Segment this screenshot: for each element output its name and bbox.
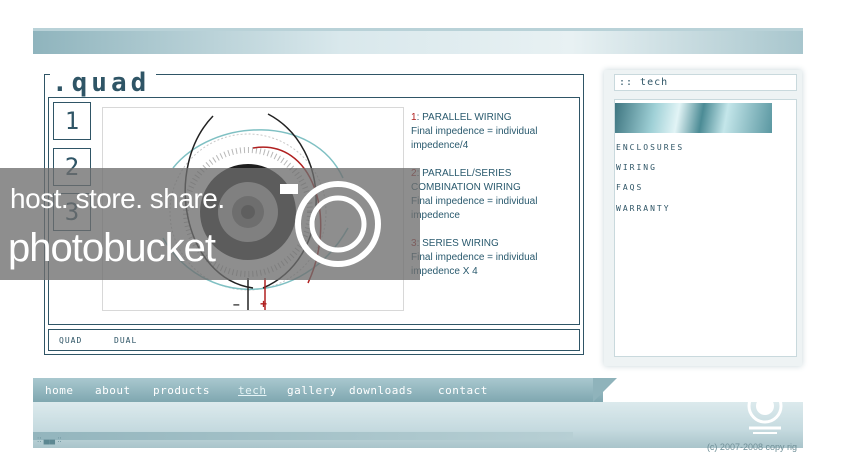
nav-bar-edge — [593, 378, 617, 402]
footer-decoration: :: ▄▄ :: — [37, 435, 62, 444]
wiring-item-combination: 2: PARALLEL/SERIES COMBINATION WIRING Fi… — [411, 167, 576, 223]
watermark-brand: photobucket — [8, 226, 216, 270]
side-link-wiring[interactable]: WIRING — [616, 163, 657, 172]
wiring-description: Final impedence = individual impedence/4 — [411, 126, 538, 151]
tab-dual[interactable]: DUAL — [114, 336, 137, 345]
side-banner-image — [615, 103, 772, 133]
wiring-description: Final impedence = individual impedence X… — [411, 252, 538, 277]
side-link-enclosures[interactable]: ENCLOSURES — [616, 143, 684, 152]
side-link-faqs[interactable]: FAQS — [616, 183, 643, 192]
main-nav: home about products tech gallery downloa… — [33, 378, 603, 402]
step-1-button[interactable]: 1 — [53, 102, 91, 140]
side-panel-title: :: tech — [614, 74, 797, 91]
wiring-title: : PARALLEL/SERIES COMBINATION WIRING — [411, 168, 521, 193]
wiring-item-parallel: 1: PARALLEL WIRING Final impedence = ind… — [411, 111, 576, 153]
side-link-warranty[interactable]: WARRANTY — [616, 204, 671, 213]
nav-downloads[interactable]: downloads — [349, 384, 413, 397]
nav-contact[interactable]: contact — [438, 384, 488, 397]
wiring-title: : SERIES WIRING — [416, 238, 499, 249]
footer-band — [33, 402, 803, 448]
wiring-description: Final impedence = individual impedence — [411, 196, 538, 221]
photobucket-watermark: host. store. share. photobucket — [0, 168, 420, 280]
nav-products[interactable]: products — [153, 384, 210, 397]
nav-about[interactable]: about — [95, 384, 131, 397]
camera-lens-icon — [280, 181, 381, 267]
circle-logo-icon[interactable] — [743, 386, 787, 434]
side-menu-box — [614, 99, 797, 357]
plus-terminal-label: + — [260, 297, 267, 311]
footer-area: :: ▄▄ :: (c) 2007-2008 copy rig home abo… — [33, 378, 803, 452]
footer-stripe — [33, 432, 573, 440]
page-title: .quad — [50, 70, 157, 96]
minus-terminal-label: – — [233, 297, 240, 311]
watermark-tagline: host. store. share. — [10, 183, 225, 214]
nav-gallery[interactable]: gallery — [287, 384, 337, 397]
nav-home[interactable]: home — [45, 384, 74, 397]
wiring-item-series: 3: SERIES WIRING Final impedence = indiv… — [411, 237, 576, 279]
wiring-title: : PARALLEL WIRING — [416, 112, 512, 123]
speaker-config-tabs: QUAD DUAL — [48, 329, 580, 351]
top-banner — [33, 28, 803, 54]
wiring-descriptions: 1: PARALLEL WIRING Final impedence = ind… — [411, 111, 576, 293]
tab-quad[interactable]: QUAD — [59, 336, 82, 345]
copyright-text: (c) 2007-2008 copy rig — [706, 442, 797, 452]
nav-tech[interactable]: tech — [238, 384, 267, 397]
